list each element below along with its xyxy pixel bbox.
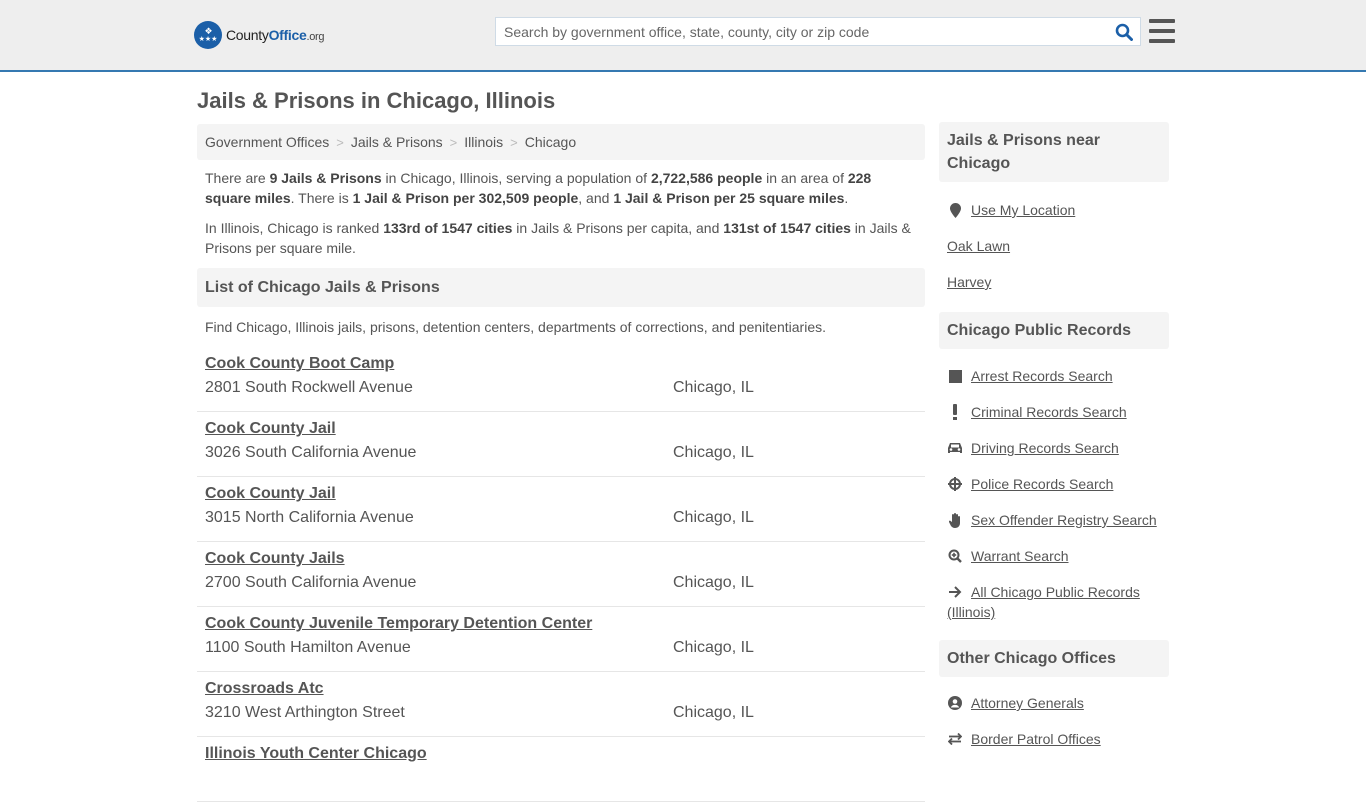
user-circle-icon (947, 693, 963, 713)
facility-name-link[interactable]: Illinois Youth Center Chicago (205, 744, 427, 764)
facility-address: 2801 South Rockwell Avenue (205, 379, 413, 396)
search-box (495, 17, 1141, 46)
nearby-section-title: Jails & Prisons near Chicago (939, 122, 1169, 182)
facility-city: Chicago, IL (673, 444, 754, 461)
public-record-item: Criminal Records Search (947, 402, 1161, 422)
exchange-icon (947, 729, 963, 749)
facility-address: 3026 South California Avenue (205, 444, 417, 461)
warrant-search-link[interactable]: Warrant Search (971, 546, 1069, 566)
list-item: Cook County Juvenile Temporary Detention… (197, 607, 925, 672)
search-input[interactable] (496, 18, 1108, 45)
nearby-link-harvey[interactable]: Harvey (947, 272, 991, 292)
facility-name-link[interactable]: Cook County Jail (205, 419, 336, 439)
breadcrumb: Government Offices > Jails & Prisons > I… (197, 124, 925, 160)
breadcrumb-government-offices[interactable]: Government Offices (205, 134, 329, 150)
facility-city: Chicago, IL (673, 704, 754, 721)
hamburger-menu-icon[interactable] (1149, 19, 1175, 43)
nearby-link-oak-lawn[interactable]: Oak Lawn (947, 236, 1010, 256)
list-item: Illinois Youth Center Chicago (197, 737, 925, 802)
list-item: Crossroads Atc 3210 West Arthington Stre… (197, 672, 925, 737)
border-patrol-offices-link[interactable]: Border Patrol Offices (971, 729, 1101, 749)
public-record-item: Police Records Search (947, 474, 1161, 494)
facility-city: Chicago, IL (673, 639, 754, 656)
list-item: Cook County Jail 3026 South California A… (197, 412, 925, 477)
other-office-item: Attorney Generals (947, 693, 1161, 713)
nearby-item: Harvey (947, 272, 1161, 292)
facility-address: 2700 South California Avenue (205, 574, 417, 591)
nearby-item: Oak Lawn (947, 236, 1161, 256)
list-section-description: Find Chicago, Illinois jails, prisons, d… (205, 319, 826, 335)
facility-name-link[interactable]: Cook County Juvenile Temporary Detention… (205, 614, 592, 634)
criminal-records-link[interactable]: Criminal Records Search (971, 402, 1127, 422)
intro-text: There are 9 Jails & Prisons in Chicago, … (197, 160, 925, 258)
intro-ranking: In Illinois, Chicago is ranked 133rd of … (205, 220, 911, 256)
list-item: Cook County Boot Camp 2801 South Rockwel… (197, 347, 925, 412)
facility-address: 3210 West Arthington Street (205, 704, 405, 721)
logo-text: CountyOffice.org (226, 27, 325, 43)
nearby-links: Use My Location Oak Lawn Harvey (939, 200, 1169, 292)
public-record-item: Arrest Records Search (947, 366, 1161, 386)
facility-address: 1100 South Hamilton Avenue (205, 639, 411, 656)
all-public-records-link[interactable]: All Chicago Public Records (Illinois) (947, 584, 1140, 620)
other-office-item: Border Patrol Offices (947, 729, 1161, 749)
breadcrumb-illinois[interactable]: Illinois (464, 134, 503, 150)
arrest-records-link[interactable]: Arrest Records Search (971, 366, 1113, 386)
arrow-right-icon (947, 582, 963, 602)
main-content: Government Offices > Jails & Prisons > I… (197, 124, 925, 802)
exclamation-icon (947, 402, 963, 422)
facility-city: Chicago, IL (673, 574, 754, 591)
square-icon (947, 366, 963, 386)
search-button[interactable] (1108, 18, 1140, 45)
facility-name-link[interactable]: Cook County Jail (205, 484, 336, 504)
public-record-item: Sex Offender Registry Search (947, 510, 1161, 530)
use-my-location-item: Use My Location (947, 200, 1161, 220)
public-records-section-title: Chicago Public Records (939, 312, 1169, 349)
other-offices-links: Attorney Generals Border Patrol Offices (939, 693, 1169, 749)
site-header: ❖ ★★★ CountyOffice.org (0, 0, 1366, 72)
map-marker-icon (947, 200, 963, 220)
public-records-links: Arrest Records Search Criminal Records S… (939, 366, 1169, 622)
search-plus-icon (947, 546, 963, 566)
facility-name-link[interactable]: Cook County Jails (205, 549, 345, 569)
logo-link[interactable]: ❖ ★★★ CountyOffice.org (194, 21, 325, 49)
breadcrumb-separator: > (510, 134, 518, 150)
use-my-location-link[interactable]: Use My Location (971, 200, 1075, 220)
attorney-generals-link[interactable]: Attorney Generals (971, 693, 1084, 713)
intro-summary: There are 9 Jails & Prisons in Chicago, … (205, 170, 872, 206)
hand-icon (947, 510, 963, 530)
facility-city: Chicago, IL (673, 379, 754, 396)
public-record-item: All Chicago Public Records (Illinois) (947, 582, 1161, 622)
list-item: Cook County Jail 3015 North California A… (197, 477, 925, 542)
facility-name-link[interactable]: Crossroads Atc (205, 679, 324, 699)
facility-list: Cook County Boot Camp 2801 South Rockwel… (197, 347, 925, 802)
breadcrumb-jails-prisons[interactable]: Jails & Prisons (351, 134, 443, 150)
police-records-link[interactable]: Police Records Search (971, 474, 1113, 494)
driving-records-link[interactable]: Driving Records Search (971, 438, 1119, 458)
breadcrumb-chicago[interactable]: Chicago (525, 134, 576, 150)
facility-address: 3015 North California Avenue (205, 509, 414, 526)
search-icon (1115, 23, 1133, 41)
sex-offender-registry-link[interactable]: Sex Offender Registry Search (971, 510, 1157, 530)
eagle-logo-icon: ❖ ★★★ (194, 21, 222, 49)
facility-city: Chicago, IL (673, 509, 754, 526)
car-icon (947, 438, 963, 458)
page-title: Jails & Prisons in Chicago, Illinois (197, 88, 556, 113)
facility-name-link[interactable]: Cook County Boot Camp (205, 354, 394, 374)
list-section-title: List of Chicago Jails & Prisons (197, 268, 925, 307)
breadcrumb-separator: > (336, 134, 344, 150)
public-record-item: Warrant Search (947, 546, 1161, 566)
public-record-item: Driving Records Search (947, 438, 1161, 458)
list-item: Cook County Jails 2700 South California … (197, 542, 925, 607)
other-offices-section-title: Other Chicago Offices (939, 640, 1169, 677)
sidebar: Jails & Prisons near Chicago Use My Loca… (939, 122, 1169, 749)
breadcrumb-separator: > (449, 134, 458, 150)
crosshairs-icon (947, 474, 963, 494)
